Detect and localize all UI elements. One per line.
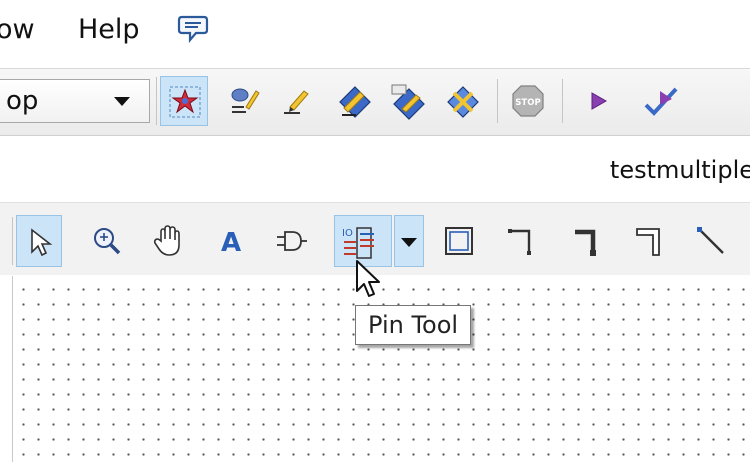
selection-star-icon xyxy=(169,86,201,118)
toolbar-divider xyxy=(156,77,157,125)
toolbar-divider xyxy=(497,79,498,123)
gate-tool-button[interactable] xyxy=(268,215,314,267)
zoom-tool-button[interactable] xyxy=(84,215,130,267)
shovel-pencil-button[interactable] xyxy=(220,76,268,126)
combo-value: op xyxy=(6,86,39,116)
text-tool-button[interactable]: A xyxy=(208,215,254,267)
pan-tool-button[interactable] xyxy=(146,215,192,267)
menu-window[interactable]: ow xyxy=(0,14,35,45)
mode-combobox[interactable]: op xyxy=(0,79,150,123)
blue-diamond-pencil-icon xyxy=(339,86,371,118)
mouse-cursor-icon xyxy=(354,258,384,304)
select-tool-button[interactable] xyxy=(16,215,62,267)
thick-wire-tool-button[interactable] xyxy=(562,215,608,267)
hand-pan-icon xyxy=(153,225,180,256)
main-toolbar: op STOP xyxy=(0,68,750,136)
thick-wire-corner-icon xyxy=(575,229,596,256)
arrow-pointer-icon xyxy=(31,228,53,257)
run-check-icon xyxy=(644,87,678,116)
gate-icon xyxy=(277,231,307,251)
text-icon: A xyxy=(221,228,241,258)
bus-tool-button[interactable] xyxy=(626,215,672,267)
play-button[interactable] xyxy=(574,76,622,126)
line-tool-button[interactable] xyxy=(688,215,734,267)
run-check-button[interactable] xyxy=(636,76,684,126)
diagonal-line-icon xyxy=(697,227,724,254)
pencil-button[interactable] xyxy=(272,76,320,126)
wire-corner-icon xyxy=(508,229,531,255)
pin-tool-dropdown[interactable] xyxy=(394,215,424,267)
rectangle-tool-button[interactable] xyxy=(436,215,482,267)
toolbar-divider xyxy=(12,217,13,265)
chevron-down-icon xyxy=(401,238,417,247)
menu-help[interactable]: Help xyxy=(78,14,140,45)
toolbar-divider xyxy=(562,79,563,123)
menu-bar: ow Help xyxy=(0,0,750,62)
stop-button[interactable]: STOP xyxy=(504,76,552,126)
rectangle-icon xyxy=(445,227,473,255)
pin-tool-icon: IO xyxy=(342,227,374,259)
tooltip: Pin Tool xyxy=(355,305,472,345)
wire-tool-button[interactable] xyxy=(498,215,544,267)
svg-text:IO: IO xyxy=(342,228,353,239)
blue-diamond-tag-icon xyxy=(391,84,425,120)
file-name: testmultiple xyxy=(609,156,750,184)
selection-star-button[interactable] xyxy=(160,76,208,126)
speech-bubble-icon[interactable] xyxy=(176,12,210,46)
zoom-icon xyxy=(94,228,121,255)
stop-icon: STOP xyxy=(512,85,544,117)
svg-text:A: A xyxy=(221,228,241,258)
chevron-down-icon xyxy=(114,97,130,106)
blue-diamond-tag-button[interactable] xyxy=(384,76,432,126)
svg-text:STOP: STOP xyxy=(515,98,540,108)
blue-diamond-cross-icon xyxy=(447,86,479,118)
bus-corner-icon xyxy=(636,228,660,256)
blue-diamond-cross-button[interactable] xyxy=(438,76,486,126)
pencil-icon xyxy=(284,90,309,114)
play-icon xyxy=(591,92,608,110)
blue-diamond-pencil-button[interactable] xyxy=(330,76,378,126)
shovel-pencil-icon xyxy=(231,88,260,113)
file-title-bar: testmultiple xyxy=(0,136,750,196)
